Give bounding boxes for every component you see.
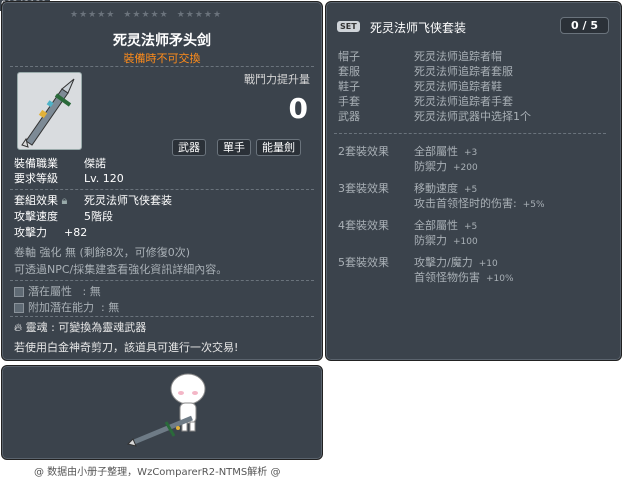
set-piece-name: 死灵法师追踪者鞋: [414, 80, 502, 93]
bonus-line: 防禦力 +200: [414, 158, 478, 174]
sword-icon: [21, 78, 75, 148]
set-piece-name: 死灵法师追踪者帽: [414, 50, 502, 63]
set-piece-slot: 帽子: [338, 50, 360, 63]
set-title: 死灵法师飞侠套装: [370, 21, 467, 35]
job-value: 傑諾: [84, 157, 106, 170]
set-piece-slot: 鞋子: [338, 80, 360, 93]
bonus-value: +5%: [522, 200, 545, 210]
npc-note: 可透過NPC/採集建查看強化資訊詳細內容。: [14, 263, 228, 276]
set-piece-slot: 套服: [338, 65, 360, 78]
bonus-value: +10: [478, 259, 498, 269]
bonus-stat: 全部屬性: [414, 219, 458, 232]
bonus-line: 全部屬性 +5: [414, 217, 477, 233]
job-row: 裝備職業 傑諾: [14, 157, 106, 170]
potential-value: : 無: [82, 285, 101, 298]
attack-value: +82: [64, 226, 88, 239]
set-piece-name: 死灵法师武器中选择1个: [414, 110, 531, 123]
potential-label: 潛在屬性: [28, 285, 72, 298]
bonus-line: 移動速度 +5: [414, 180, 477, 196]
set-badge: SET: [337, 21, 360, 32]
bonus-stat: 移動速度: [414, 182, 458, 195]
bonus-value: +3: [464, 148, 478, 158]
soul-row: 🔥︎ 靈魂 : 可變換為靈魂武器: [14, 321, 146, 334]
lock-icon: 🔒︎: [61, 194, 68, 207]
level-value: Lv. 120: [84, 172, 124, 185]
divider: [334, 133, 606, 134]
divider: [10, 280, 314, 281]
set-piece-slot: 手套: [338, 95, 360, 108]
scissors-note: 若使用白金神奇剪刀，該道具可進行一次交易!: [14, 341, 239, 354]
bonus-stat: 防禦力: [414, 234, 447, 247]
bonus-header: 2套裝效果: [338, 145, 389, 158]
set-label: 套組效果: [14, 194, 58, 207]
set-value: 死灵法师飞侠套装: [84, 194, 172, 207]
bonus-header: 3套裝效果: [338, 182, 389, 195]
soul-label: 靈魂: [25, 321, 48, 334]
power-value: 0: [288, 92, 308, 125]
set-piece: 武器 死灵法师武器中选择1个: [338, 110, 531, 123]
divider: [10, 66, 314, 67]
set-piece-name: 死灵法师追踪者套服: [414, 65, 513, 78]
bonus-line: 攻击首领怪时的伤害: +5%: [414, 195, 545, 211]
potential-icon: [14, 287, 24, 297]
speed-value: 5階段: [84, 210, 113, 223]
speed-label: 攻擊速度: [14, 210, 58, 223]
bonus-line: 全部屬性 +3: [414, 143, 477, 159]
tag-energy-sword: 能量劍: [256, 139, 301, 156]
add-potential-label: 附加潛在能力: [28, 301, 94, 314]
bonus-value: +5: [464, 185, 478, 195]
bonus-stat: 攻擊力/魔力: [414, 256, 473, 269]
bonus-value: +200: [453, 163, 478, 173]
soul-icon: 🔥︎: [14, 321, 23, 334]
soul-value: : 可變換為靈魂武器: [51, 321, 147, 334]
add-potential-value: : 無: [101, 301, 120, 314]
bonus-stat: 攻击首领怪时的伤害:: [414, 197, 517, 210]
bonus-stat: 防禦力: [414, 160, 447, 173]
divider: [10, 316, 314, 317]
set-piece: 手套 死灵法师追踪者手套: [338, 95, 513, 108]
set-piece-name: 死灵法师追踪者手套: [414, 95, 513, 108]
power-label: 戰鬥力提升量: [244, 73, 310, 86]
footer-credit: @ 数据由小册子整理，WzComparerR2-NTMS解析 @: [34, 467, 281, 478]
scroll-info: 卷軸 強化 無 (剩餘8次，可修復0次): [14, 246, 191, 259]
potential-row: 潛在屬性 : 無: [14, 285, 101, 298]
bonus-line: 防禦力 +100: [414, 232, 478, 248]
bonus-header: 4套裝效果: [338, 219, 389, 232]
set-piece: 帽子 死灵法师追踪者帽: [338, 50, 502, 63]
bonus-stat: 全部屬性: [414, 145, 458, 158]
bonus-line: 首领怪物伤害 +10%: [414, 269, 514, 285]
speed-row: 攻擊速度 5階段: [14, 210, 113, 223]
set-count: 0 / 5: [560, 17, 609, 34]
set-row: 套組效果 🔒︎ 死灵法师飞侠套装: [14, 194, 172, 207]
tag-one-handed: 單手: [217, 139, 251, 156]
bonus-header: 5套裝效果: [338, 256, 389, 269]
attack-row: 攻擊力 +82: [14, 226, 87, 239]
set-tooltip: SET 死灵法师飞侠套装 0 / 5 帽子 死灵法师追踪者帽 套服 死灵法师追踪者套…: [325, 1, 622, 361]
divider: [10, 189, 314, 190]
trade-note: 裝備時不可交換: [123, 52, 201, 65]
attack-label: 攻擊力: [14, 226, 47, 239]
star-force-icon: ★★★★★ ★★★★★ ★★★★★: [70, 10, 223, 20]
character-preview: [127, 373, 206, 447]
bonus-value: +100: [453, 237, 478, 247]
item-tooltip: ★★★★★ ★★★★★ ★★★★★ 死灵法师矛头剑 裝備時不可交換 戰鬥力提升量 0…: [1, 1, 323, 361]
level-row: 要求等級 Lv. 120: [14, 172, 124, 185]
bonus-value: +5: [464, 222, 478, 232]
bonus-stat: 首领怪物伤害: [414, 271, 480, 284]
tag-weapon: 武器: [172, 139, 206, 156]
job-label: 裝備職業: [14, 157, 58, 170]
set-piece-slot: 武器: [338, 110, 360, 123]
item-icon-frame: [17, 72, 82, 150]
level-label: 要求等級: [14, 172, 58, 185]
item-name: 死灵法师矛头剑: [113, 33, 211, 49]
bonus-value: +10%: [486, 274, 514, 284]
character-preview-panel: [1, 365, 323, 460]
add-potential-icon: [14, 303, 24, 313]
bonus-line: 攻擊力/魔力 +10: [414, 254, 498, 270]
set-piece: 套服 死灵法师追踪者套服: [338, 65, 513, 78]
set-piece: 鞋子 死灵法师追踪者鞋: [338, 80, 502, 93]
add-potential-row: 附加潛在能力 : 無: [14, 301, 119, 314]
